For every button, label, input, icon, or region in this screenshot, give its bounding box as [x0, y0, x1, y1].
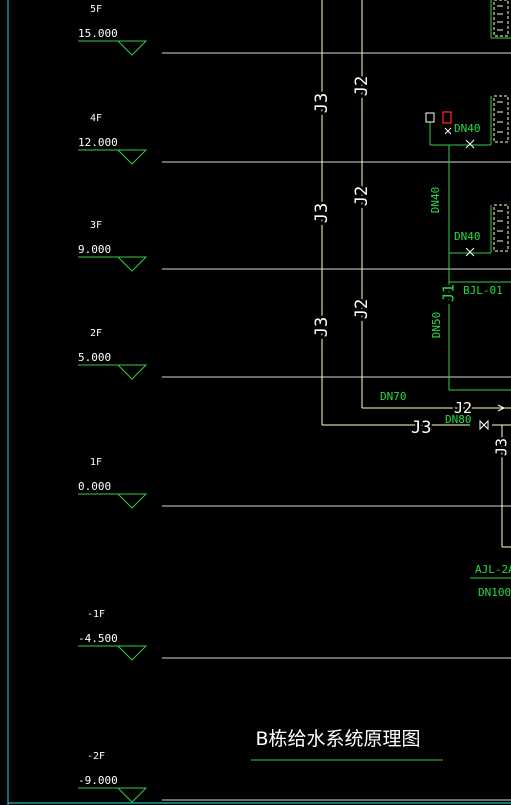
floor-name: 3F: [90, 220, 102, 231]
pipe-label-dn50: DN50: [430, 312, 443, 339]
drawing-title: B栋给水系统原理图: [255, 728, 420, 750]
floor-elevation: 12.000: [78, 136, 118, 149]
floor-elevation: 15.000: [78, 27, 118, 40]
pipe-label-dn40-3f: DN40: [454, 230, 481, 243]
floor-elevation: 9.000: [78, 243, 111, 256]
elevation-marker-icon: [78, 256, 148, 272]
floor-elevation: -9.000: [78, 774, 118, 787]
pipe-label-j3-main: J3: [411, 418, 431, 438]
pipe-label-dn40-4f: DN40: [454, 122, 481, 135]
floor-name: -2F: [87, 751, 105, 762]
floor-name: 2F: [90, 328, 102, 339]
elevation-marker-icon: [78, 40, 148, 56]
riser-j1-label: J1: [440, 284, 458, 302]
water-supply-schematic: 5F 15.000 4F 12.000 3F 9.000 2F 5.000 1F 0.000 -1F…: [7, 0, 511, 805]
riser-j2-label-4f: J2: [352, 186, 372, 206]
pipe-label-dn80: DN80: [445, 413, 472, 426]
fixture-stack-5f: [493, 0, 509, 37]
gate-valve-icon: [465, 247, 475, 257]
riser-j2-label-3f: J2: [352, 299, 372, 319]
riser-j2-label-5f: J2: [352, 76, 372, 96]
check-valve-icon: [479, 419, 489, 431]
pipe-label-dn40-riser: DN40: [429, 187, 442, 214]
pipe-label-ajl: AJL-2A: [475, 563, 511, 576]
fixture-stack-4f: [493, 95, 509, 143]
elevation-marker-icon: [78, 645, 148, 661]
elevation-marker-icon: [78, 364, 148, 380]
red-valve-icon: [442, 111, 452, 124]
elevation-marker-icon: [78, 493, 148, 509]
floor-elevation: 5.000: [78, 351, 111, 364]
riser-j3-label-4f: J3: [312, 203, 332, 223]
floor-name: 5F: [90, 4, 102, 15]
floor-elevation: -4.500: [78, 632, 118, 645]
riser-j3: [321, 0, 511, 548]
riser-j3-label-3f: J3: [312, 317, 332, 337]
floor-name: 4F: [90, 113, 102, 124]
pipe-label-j3-down: J3: [493, 438, 511, 456]
pipe-label-dn70: DN70: [380, 390, 407, 403]
floor-elevation: 0.000: [78, 480, 111, 493]
pipe-label-dn100: DN100: [478, 586, 511, 599]
floor-levels: 5F 15.000 4F 12.000 3F 9.000 2F 5.000 1F 0.000 -1F…: [78, 4, 511, 803]
floor-name: -1F: [87, 609, 105, 620]
elevation-marker-icon: [78, 149, 148, 165]
riser-j3-label-5f: J3: [312, 93, 332, 113]
gate-valve-icon: [465, 139, 475, 149]
pipe-label-bjl: BJL-01: [463, 284, 503, 297]
elevation-marker-icon: [78, 787, 148, 803]
floor-name: 1F: [90, 457, 102, 468]
fixture-stack-3f: [493, 204, 509, 252]
